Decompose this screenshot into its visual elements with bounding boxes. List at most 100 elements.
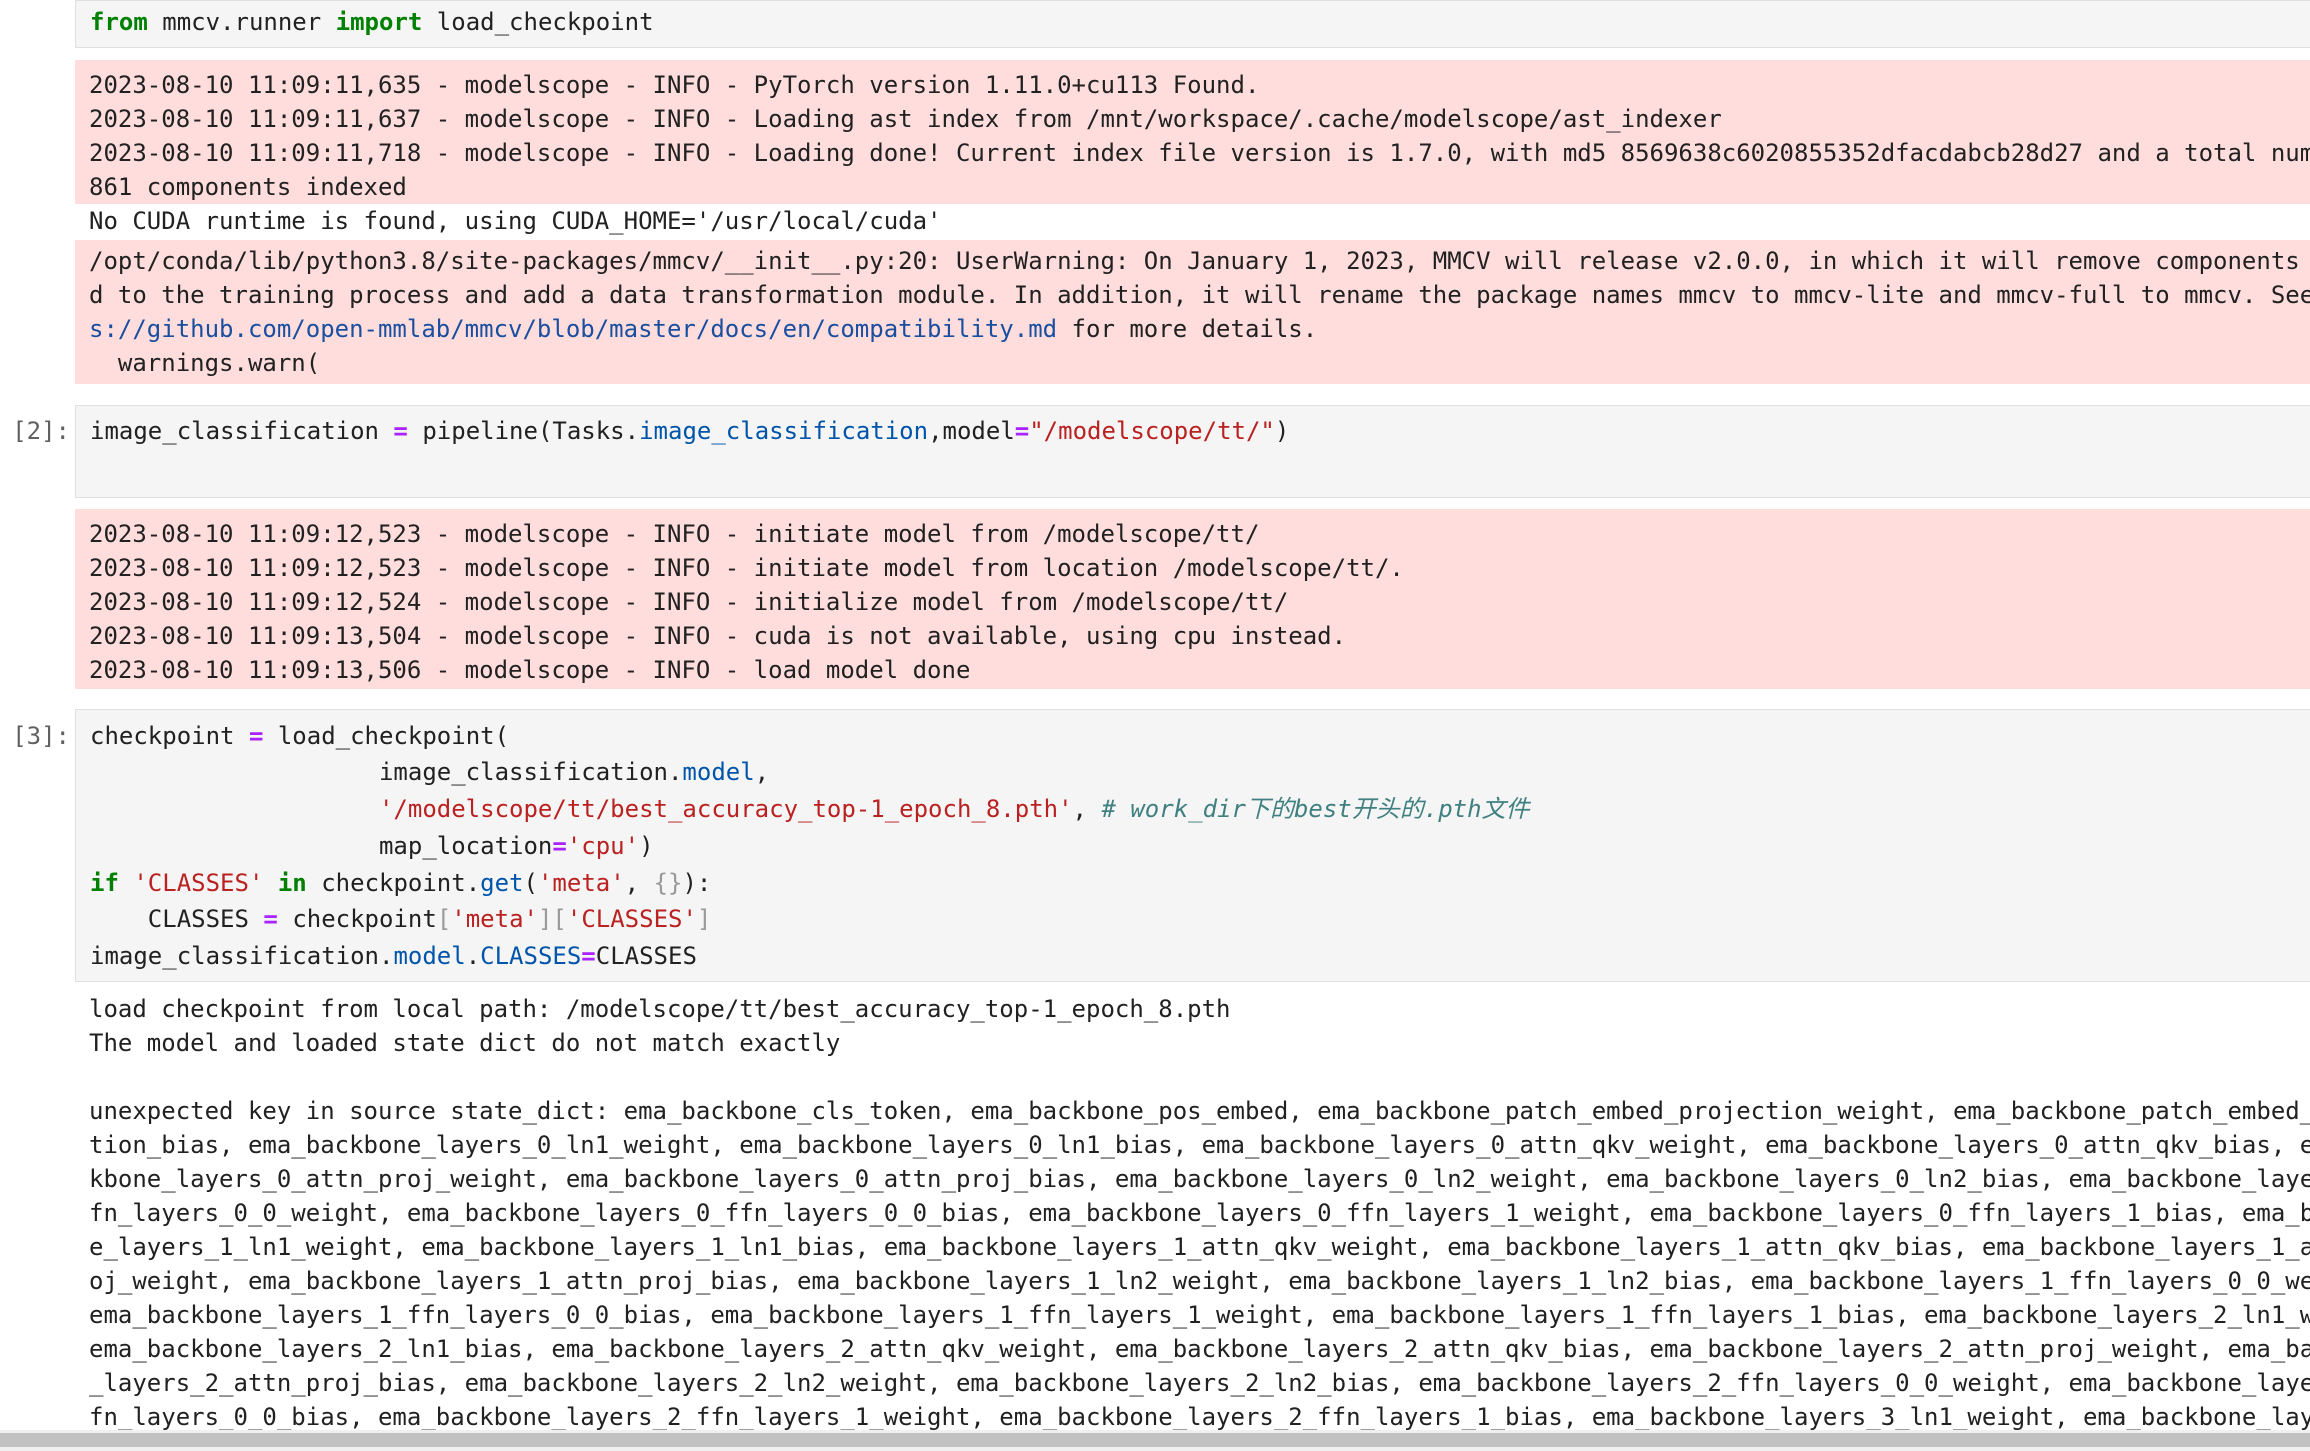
operator: = <box>248 905 293 933</box>
object: image_classification. <box>90 942 394 970</box>
code-cell-1-input[interactable]: from mmcv.runner import load_checkpoint <box>75 0 2310 48</box>
scrollbar-thumb[interactable] <box>0 1433 2310 1447</box>
stdout-line: fn_layers_0_0_weight, ema_backbone_layer… <box>89 1199 2310 1227</box>
func-call: load_checkpoint( <box>277 722 510 750</box>
code-line: from mmcv.runner import load_checkpoint <box>90 5 654 39</box>
stderr-line: 2023-08-10 11:09:11,637 - modelscope - I… <box>89 105 1722 133</box>
operator: = <box>581 942 596 970</box>
dot: . <box>465 942 481 970</box>
import-name: load_checkpoint <box>422 8 654 36</box>
attribute: get <box>480 869 524 897</box>
attribute: model <box>393 942 466 970</box>
bracket: [ <box>436 905 452 933</box>
string-literal: 'meta' <box>537 869 625 897</box>
stdout-line: unexpected key in source state_dict: ema… <box>89 1097 2310 1125</box>
code-cell-2-input[interactable]: image_classification = pipeline(Tasks.im… <box>75 405 2310 498</box>
var-name: CLASSES <box>595 942 697 970</box>
var-name: CLASSES <box>147 905 249 933</box>
attribute: image_classification <box>639 417 929 445</box>
stderr-line: 861 components indexed <box>89 173 407 201</box>
code-line: '/modelscope/tt/best_accuracy_top-1_epoc… <box>90 792 1530 826</box>
stdout-line: fn_layers_0_0_bias, ema_backbone_layers_… <box>89 1403 2310 1431</box>
stderr-line: 2023-08-10 11:09:12,523 - modelscope - I… <box>89 554 1404 582</box>
paren: ) <box>639 832 654 860</box>
stderr-line: 2023-08-10 11:09:12,523 - modelscope - I… <box>89 520 1260 548</box>
horizontal-scrollbar[interactable] <box>0 1430 2310 1451</box>
var-name: image_classification <box>90 417 379 445</box>
cell-2-prompt: [2]: <box>12 417 70 445</box>
code-line: image_classification = pipeline(Tasks.im… <box>90 414 1289 448</box>
cell-3-stdout-output: load checkpoint from local path: /models… <box>75 992 2310 1431</box>
stderr-line: 2023-08-10 11:09:13,504 - modelscope - I… <box>89 622 1347 650</box>
kwarg: ,model <box>928 417 1015 445</box>
object: checkpoint. <box>306 869 481 897</box>
compatibility-link[interactable]: s://github.com/open-mmlab/mmcv/blob/mast… <box>89 315 1057 343</box>
paren: ): <box>682 869 712 897</box>
stdout-line: No CUDA runtime is found, using CUDA_HOM… <box>89 207 942 235</box>
stdout-line: ema_backbone_layers_2_ln1_bias, ema_back… <box>89 1335 2310 1363</box>
code-line: image_classification.model, <box>90 755 769 789</box>
stderr-line: 2023-08-10 11:09:13,506 - modelscope - I… <box>89 656 971 684</box>
comma: , <box>754 758 770 786</box>
bracket: ] <box>696 905 712 933</box>
stderr-line: 2023-08-10 11:09:11,718 - modelscope - I… <box>89 139 2310 167</box>
attribute: model <box>682 758 755 786</box>
code-line: checkpoint = load_checkpoint( <box>90 719 509 753</box>
comma: , <box>624 869 654 897</box>
string-literal: 'meta' <box>451 905 538 933</box>
cell-2-stderr-output: 2023-08-10 11:09:12,523 - modelscope - I… <box>75 509 2310 689</box>
operator: = <box>378 417 423 445</box>
stdout-line: ema_backbone_layers_1_ffn_layers_0_0_bia… <box>89 1301 2310 1329</box>
stdout-line: oj_weight, ema_backbone_layers_1_attn_pr… <box>89 1267 2310 1295</box>
comment: # work_dir下的best开头的.pth文件 <box>1101 795 1530 823</box>
operator: = <box>234 722 278 750</box>
stdout-line: kbone_layers_0_attn_proj_weight, ema_bac… <box>89 1165 2310 1193</box>
object: image_classification. <box>378 758 683 786</box>
stdout-line: The model and loaded state dict do not m… <box>89 1029 841 1057</box>
stdout-line: tion_bias, ema_backbone_layers_0_ln1_wei… <box>89 1131 2310 1159</box>
braces: {} <box>653 869 683 897</box>
warning-line: s://github.com/open-mmlab/mmcv/blob/mast… <box>89 312 1317 346</box>
stderr-line: 2023-08-10 11:09:11,635 - modelscope - I… <box>89 71 1260 99</box>
cell-1-warning-output: /opt/conda/lib/python3.8/site-packages/m… <box>75 240 2310 384</box>
module-name: mmcv.runner <box>147 8 336 36</box>
comma: , <box>1072 795 1102 823</box>
code-line: CLASSES = checkpoint['meta']['CLASSES'] <box>90 902 712 936</box>
warning-line: warnings.warn( <box>89 349 321 377</box>
stdout-line: _layers_2_attn_proj_bias, ema_backbone_l… <box>89 1369 2310 1397</box>
cell-1-stderr-output: 2023-08-10 11:09:11,635 - modelscope - I… <box>75 60 2310 204</box>
string-literal: "/modelscope/tt/" <box>1029 417 1275 445</box>
bracket: ][ <box>537 905 567 933</box>
keyword-if: if <box>90 869 119 897</box>
code-line: map_location='cpu') <box>90 829 654 863</box>
cell-3-prompt: [3]: <box>12 722 70 750</box>
kwarg: map_location <box>378 832 553 860</box>
stdout-line: e_layers_1_ln1_weight, ema_backbone_laye… <box>89 1233 2310 1261</box>
code-line: image_classification.model.CLASSES=CLASS… <box>90 939 697 973</box>
paren: ( <box>523 869 538 897</box>
string-literal: 'cpu' <box>566 832 640 860</box>
code-line: if 'CLASSES' in checkpoint.get('meta', {… <box>90 866 711 900</box>
string-literal: 'CLASSES' <box>566 905 697 933</box>
paren: ) <box>1274 417 1290 445</box>
var-name: checkpoint <box>90 722 235 750</box>
keyword-from: from <box>90 8 148 36</box>
keyword-import: import <box>335 8 423 36</box>
code-cell-3-input[interactable]: checkpoint = load_checkpoint( image_clas… <box>75 709 2310 982</box>
warning-text: for more details. <box>1057 315 1318 343</box>
attribute: CLASSES <box>480 942 582 970</box>
func-call: pipeline(Tasks. <box>422 417 640 445</box>
object: checkpoint <box>292 905 437 933</box>
keyword-in: in <box>277 869 307 897</box>
string-literal: 'CLASSES' <box>133 869 264 897</box>
operator: = <box>552 832 567 860</box>
warning-line: d to the training process and add a data… <box>89 281 2310 309</box>
operator: = <box>1014 417 1030 445</box>
stdout-line: load checkpoint from local path: /models… <box>89 995 1231 1023</box>
